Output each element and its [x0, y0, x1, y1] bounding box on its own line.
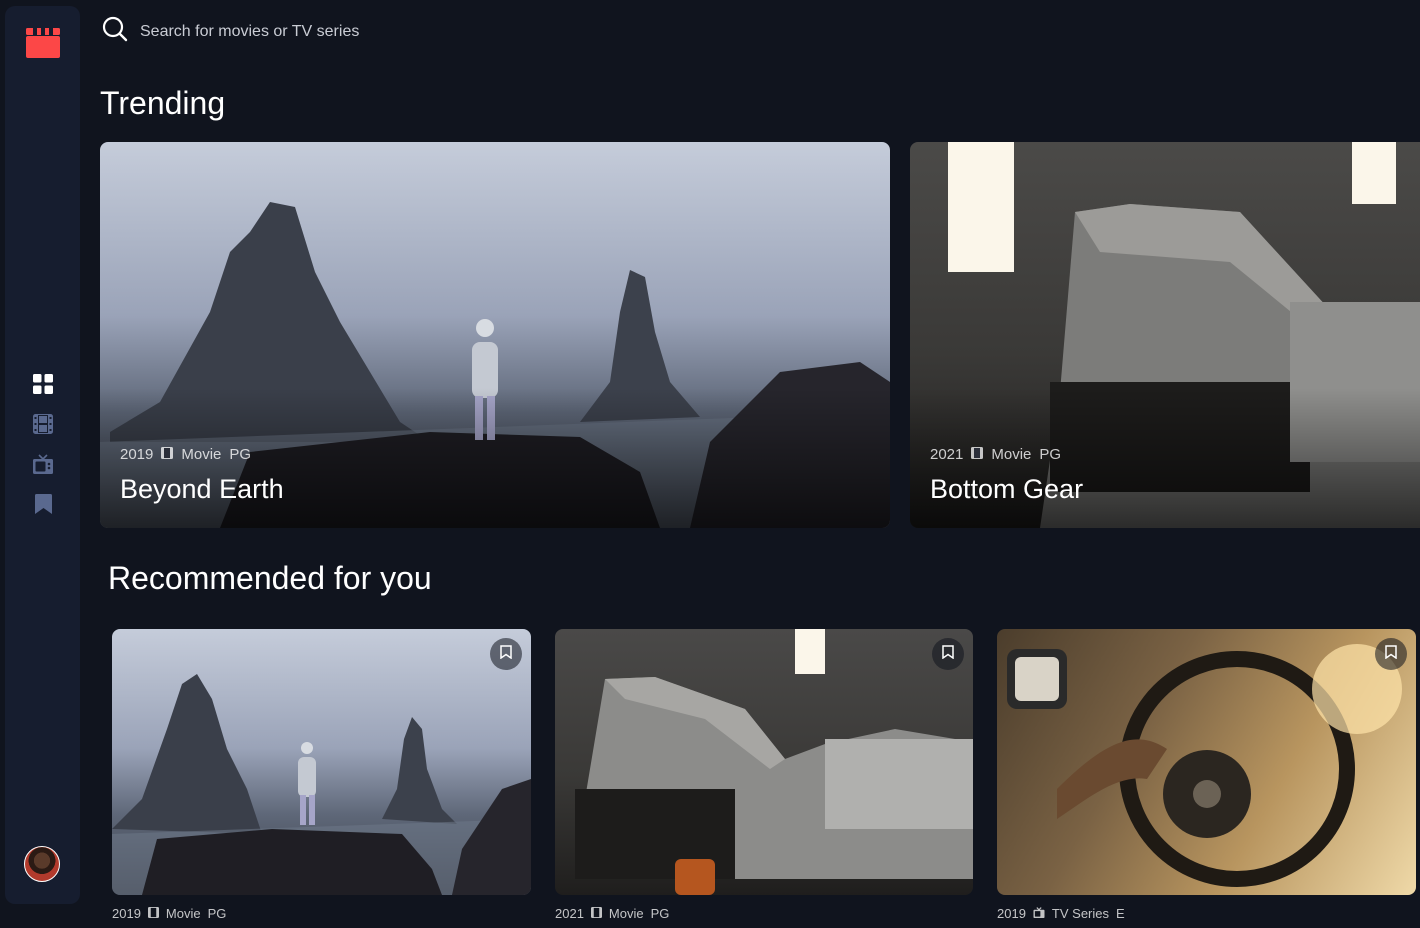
card-category: Movie	[608, 906, 644, 921]
recommended-card[interactable]	[112, 629, 531, 895]
recommended-card[interactable]	[997, 629, 1416, 895]
nav-bookmarks[interactable]	[32, 493, 54, 519]
card-category: Movie	[165, 906, 201, 921]
bookmark-button[interactable]	[490, 638, 522, 670]
poster-image	[997, 629, 1416, 895]
app: Trending 2019 Movie PG Beyond E	[0, 0, 1420, 928]
card-rating: PG	[1039, 446, 1062, 463]
trending-card[interactable]: 2021 Movie PG Bottom Gear	[910, 142, 1420, 528]
card-meta: 2021 Movie PG	[555, 906, 669, 921]
poster-image	[555, 629, 973, 895]
bookmark-outline-icon	[942, 644, 954, 664]
film-icon	[590, 906, 602, 921]
card-category: Movie	[181, 446, 222, 463]
card-rating: E	[1116, 906, 1125, 921]
card-rating: PG	[207, 906, 227, 921]
bookmark-outline-icon	[500, 644, 512, 664]
card-meta: 2019 Movie PG	[120, 446, 251, 463]
trending-card[interactable]: 2019 Movie PG Beyond Earth	[100, 142, 890, 528]
card-rating: PG	[650, 906, 670, 921]
card-category: Movie	[991, 446, 1032, 463]
bookmark-button[interactable]	[1375, 638, 1407, 670]
card-meta: 2019 TV Series E	[997, 906, 1125, 921]
bookmark-outline-icon	[1385, 644, 1397, 664]
card-year: 2021	[930, 446, 964, 463]
card-rating: PG	[229, 446, 252, 463]
recommended-heading: Recommended for you	[108, 560, 432, 596]
card-meta: 2019 Movie PG	[112, 906, 226, 921]
card-title: Bottom Gear	[930, 474, 1084, 504]
film-icon	[971, 446, 984, 463]
card-title: Beyond Earth	[120, 474, 284, 504]
poster-image	[112, 629, 531, 895]
nav-tv-series[interactable]	[32, 453, 54, 479]
card-year: 2019	[120, 446, 154, 463]
card-category: TV Series	[1051, 906, 1109, 921]
tv-icon	[1033, 906, 1045, 921]
sidebar	[5, 6, 80, 904]
search-bar	[102, 16, 540, 47]
film-icon	[33, 413, 53, 439]
film-icon	[147, 906, 159, 921]
tv-icon	[33, 453, 53, 479]
clapperboard-icon[interactable]	[26, 26, 60, 58]
card-meta: 2021 Movie PG	[930, 446, 1061, 463]
bookmark-button[interactable]	[932, 638, 964, 670]
card-year: 2021	[555, 906, 584, 921]
card-year: 2019	[112, 906, 141, 921]
recommended-card[interactable]	[555, 629, 973, 895]
search-icon	[102, 16, 128, 47]
grid-icon	[33, 373, 53, 399]
trending-heading: Trending	[100, 85, 226, 121]
nav-menu	[32, 373, 54, 519]
bookmark-icon	[34, 493, 52, 519]
avatar[interactable]	[24, 846, 60, 882]
nav-movies[interactable]	[32, 413, 54, 439]
film-icon	[161, 446, 174, 463]
nav-home[interactable]	[32, 373, 54, 399]
card-year: 2019	[997, 906, 1026, 921]
search-input[interactable]	[140, 22, 540, 41]
